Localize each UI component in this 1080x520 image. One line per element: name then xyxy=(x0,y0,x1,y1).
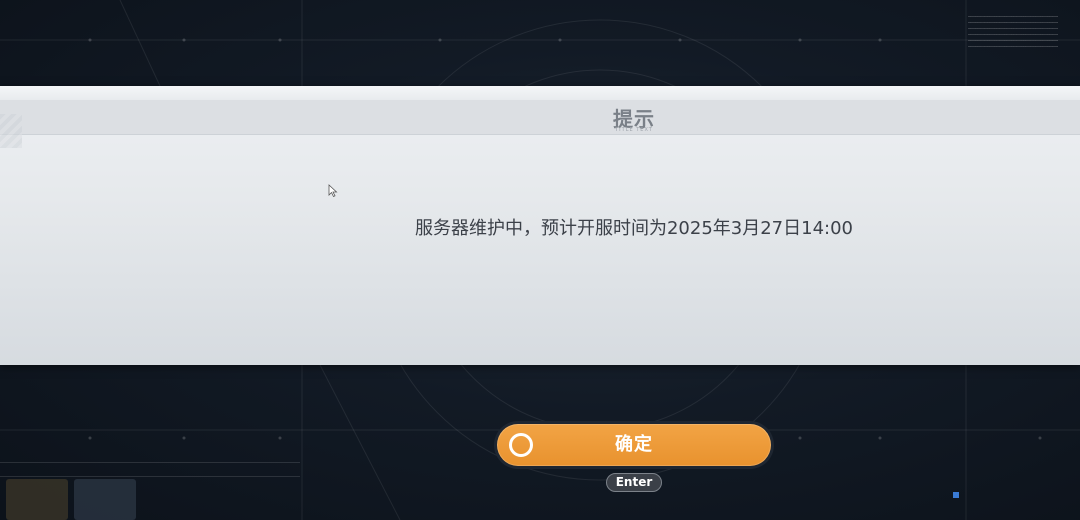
confirm-button-face[interactable]: 确定 xyxy=(497,424,771,466)
mouse-cursor-icon xyxy=(328,184,338,198)
dialog-header: 提示 TITLE TEXT xyxy=(0,100,1080,148)
game-screen: ━━━━━━━━━━━━━━━━━━━━━━━━━━━━━━━━━━━━━ ━━━… xyxy=(0,0,1080,520)
background-thumbnail xyxy=(74,479,136,520)
dialog-subtitle: TITLE TEXT xyxy=(615,127,653,133)
background-thumbnail xyxy=(6,479,68,520)
corner-indicator-icon xyxy=(953,492,959,498)
confirm-button[interactable]: 确定 xyxy=(494,421,774,469)
notice-dialog: 提示 TITLE TEXT 服务器维护中，预计开服时间为2025年3月27日14… xyxy=(0,86,1080,365)
dialog-message: 服务器维护中，预计开服时间为2025年3月27日14:00 xyxy=(414,218,854,239)
background-data-text: ━━━━━━━━━━━━━━━━━━━━━━━━━━━━━━━━━━━━━ ━━━… xyxy=(968,14,1058,49)
dialog-top-edge xyxy=(0,86,1080,100)
dialog-header-stripe xyxy=(0,114,22,148)
enter-key-hint: Enter xyxy=(606,473,662,492)
confirm-button-label: 确定 xyxy=(615,434,653,455)
